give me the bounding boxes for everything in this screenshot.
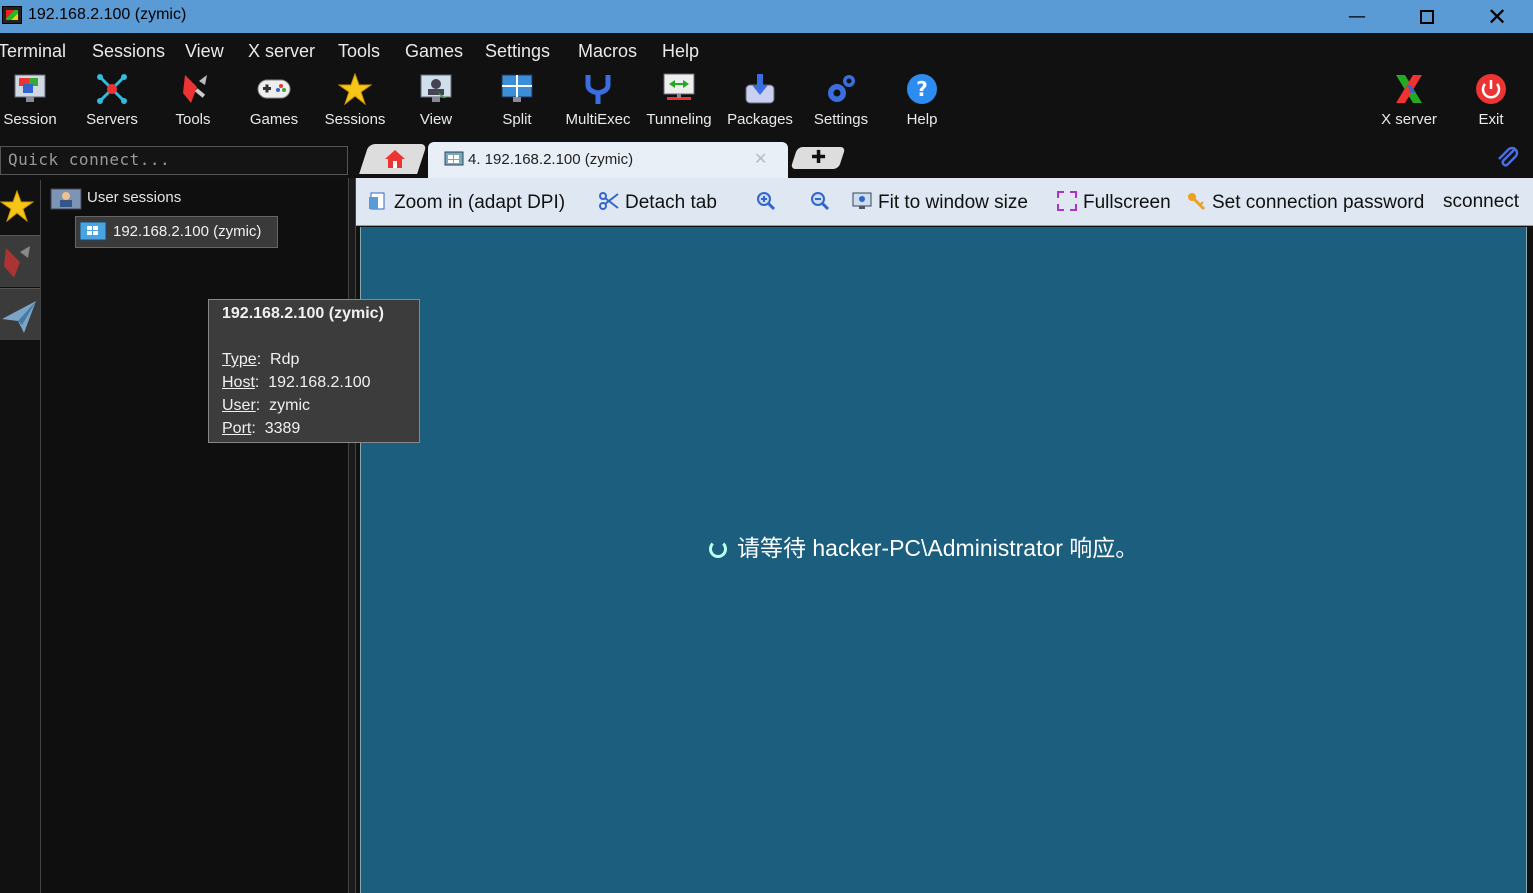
maximize-button[interactable] xyxy=(1392,0,1462,33)
zoom-out-icon xyxy=(811,192,830,211)
quick-connect-placeholder: Quick connect... xyxy=(8,150,171,169)
split-screen-icon xyxy=(500,72,534,106)
session-button[interactable]: Session xyxy=(0,66,70,136)
sidebar-tools-tab[interactable] xyxy=(0,235,40,287)
favorites-star-icon[interactable] xyxy=(0,189,35,226)
home-icon xyxy=(384,149,406,173)
tunneling-icon xyxy=(662,72,696,106)
packages-button[interactable]: Packages xyxy=(720,66,800,136)
fullscreen-arrows-icon xyxy=(1057,191,1077,211)
sidebar-tab-strip xyxy=(0,180,41,893)
waiting-message: 请等待 hacker-PC\Administrator 响应。 xyxy=(709,529,1138,563)
scissors-icon xyxy=(599,192,619,210)
window-title: 192.168.2.100 (zymic) xyxy=(28,6,187,23)
plus-icon: ✚ xyxy=(811,147,827,168)
split-button[interactable]: Split xyxy=(477,66,557,136)
svg-text:?: ? xyxy=(916,77,928,101)
zoom-adapt-dpi-button[interactable]: Zoom in (adapt DPI) xyxy=(368,191,565,215)
detach-tab-button[interactable]: Detach tab xyxy=(599,191,717,215)
session-item-label: 192.168.2.100 (zymic) xyxy=(113,223,262,240)
menu-tools[interactable]: Tools xyxy=(338,41,380,62)
maximize-icon xyxy=(1420,9,1434,24)
servers-network-icon xyxy=(95,72,129,106)
tooltip-type-row: Type: Rdp xyxy=(222,351,300,368)
multiexec-fork-icon xyxy=(581,72,615,106)
paper-plane-icon xyxy=(2,301,36,333)
user-folder-icon xyxy=(50,186,82,214)
windows-rdp-icon xyxy=(79,221,107,247)
sessions-button[interactable]: Sessions xyxy=(315,66,395,136)
tools-knife-icon xyxy=(176,72,210,106)
tunneling-button[interactable]: Tunneling xyxy=(639,66,719,136)
power-icon xyxy=(1474,72,1508,106)
panel-splitter[interactable] xyxy=(348,178,356,893)
settings-gears-icon xyxy=(824,72,858,106)
tooltip-title: 192.168.2.100 (zymic) xyxy=(222,305,384,322)
close-icon: ✕ xyxy=(1486,2,1508,31)
tools-knife-icon xyxy=(4,246,30,278)
tooltip-host-row: Host: 192.168.2.100 xyxy=(222,374,371,391)
fullscreen-button[interactable]: Fullscreen xyxy=(1057,191,1171,215)
menu-sessions[interactable]: Sessions xyxy=(92,41,165,62)
star-icon xyxy=(338,72,372,106)
key-icon xyxy=(1188,193,1206,211)
xserver-button[interactable]: X server xyxy=(1369,66,1449,136)
set-password-button[interactable]: Set connection password xyxy=(1186,191,1424,215)
rdp-toolbar: Zoom in (adapt DPI) Detach tab Fit to wi… xyxy=(356,178,1533,226)
exit-button[interactable]: Exit xyxy=(1451,66,1531,136)
sidebar-session-item[interactable]: 192.168.2.100 (zymic) xyxy=(75,216,278,248)
tools-button[interactable]: Tools xyxy=(153,66,233,136)
tab-strip: 4. 192.168.2.100 (zymic) ✕ ✚ xyxy=(352,140,1533,178)
session-tab-active[interactable]: 4. 192.168.2.100 (zymic) ✕ xyxy=(428,142,788,178)
loading-spinner-icon xyxy=(709,540,727,558)
fit-monitor-icon xyxy=(852,192,872,209)
view-monitor-icon xyxy=(419,72,453,106)
close-button[interactable]: ✕ xyxy=(1462,0,1532,33)
servers-button[interactable]: Servers xyxy=(72,66,152,136)
games-button[interactable]: Games xyxy=(234,66,314,136)
fit-window-button[interactable]: Fit to window size xyxy=(852,191,1028,215)
menu-help[interactable]: Help xyxy=(662,41,699,62)
menu-view[interactable]: View xyxy=(185,41,224,62)
reconnect-button[interactable]: sconnect xyxy=(1443,191,1519,215)
document-zoom-icon xyxy=(369,192,385,210)
menu-settings[interactable]: Settings xyxy=(485,41,550,62)
main-toolbar: Session Servers Tools Games Sessions Vie… xyxy=(0,66,1533,142)
menu-macros[interactable]: Macros xyxy=(578,41,637,62)
attachment-clip-icon[interactable] xyxy=(1494,144,1520,174)
sidebar-sftp-tab[interactable] xyxy=(0,288,40,340)
menu-terminal[interactable]: Terminal xyxy=(0,41,66,62)
user-sessions-label: User sessions xyxy=(87,189,182,206)
menu-games[interactable]: Games xyxy=(405,41,463,62)
zoom-out-button[interactable] xyxy=(810,191,836,215)
help-question-icon: ? xyxy=(905,72,939,106)
title-bar: 192.168.2.100 (zymic) — ✕ xyxy=(0,0,1533,33)
window-right-edge xyxy=(1527,227,1533,893)
session-tooltip: 192.168.2.100 (zymic) Type: Rdp Host: 19… xyxy=(208,299,420,443)
quick-connect-input[interactable]: Quick connect... xyxy=(0,146,348,175)
app-icon xyxy=(2,6,22,24)
sessions-panel: User sessions 192.168.2.100 (zymic) xyxy=(41,180,350,893)
packages-download-icon xyxy=(743,72,777,106)
tooltip-port-row: Port: 3389 xyxy=(222,420,301,437)
settings-button[interactable]: Settings xyxy=(801,66,881,136)
tab-close-icon[interactable]: ✕ xyxy=(754,149,767,168)
multiexec-button[interactable]: MultiExec xyxy=(558,66,638,136)
zoom-in-button[interactable] xyxy=(756,191,782,215)
session-monitor-icon xyxy=(13,72,47,106)
menu-bar: Terminal Sessions View X server Tools Ga… xyxy=(0,38,1533,66)
zoom-in-icon xyxy=(757,192,776,211)
rdp-display[interactable]: 请等待 hacker-PC\Administrator 响应。 xyxy=(360,227,1527,893)
xserver-x-icon xyxy=(1392,72,1426,106)
view-button[interactable]: View xyxy=(396,66,476,136)
menu-xserver[interactable]: X server xyxy=(248,41,315,62)
minimize-icon: — xyxy=(1348,6,1366,27)
gamepad-icon xyxy=(257,72,291,106)
minimize-button[interactable]: — xyxy=(1322,0,1392,33)
tooltip-user-row: User: zymic xyxy=(222,397,311,414)
help-button[interactable]: ? Help xyxy=(882,66,962,136)
rdp-tab-icon xyxy=(444,151,464,173)
session-tab-label: 4. 192.168.2.100 (zymic) xyxy=(468,151,634,168)
